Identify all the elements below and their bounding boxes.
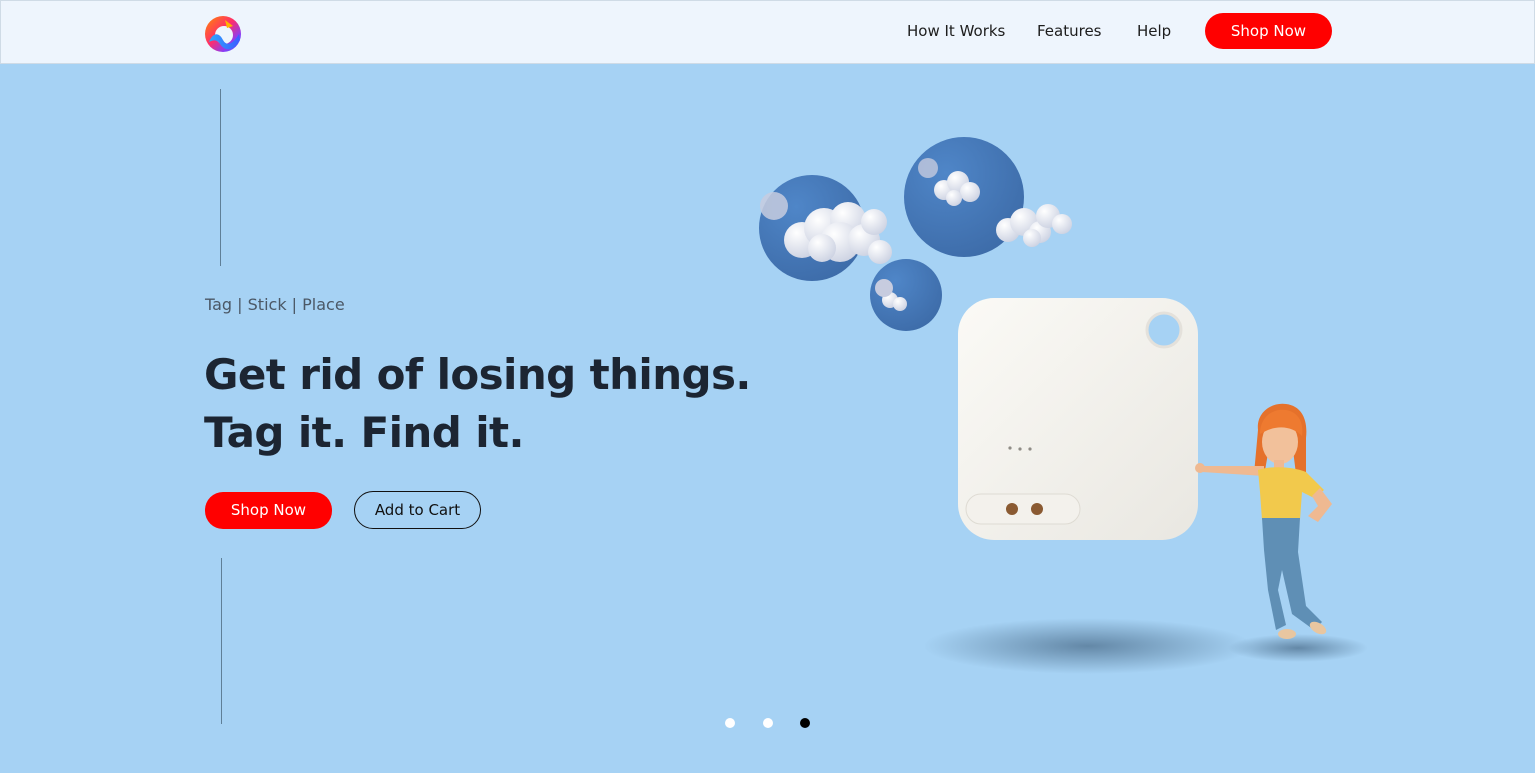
header-shop-now-button[interactable]: Shop Now [1205, 13, 1332, 49]
site-header: How It Works Features Help Shop Now [0, 0, 1535, 64]
brand-logo-icon[interactable] [203, 14, 243, 54]
hero-headline-line-1: Get rid of losing things. [204, 350, 751, 399]
tracker-tag [958, 298, 1198, 540]
carousel-dot-1[interactable] [725, 718, 735, 728]
carousel-dot-3-active[interactable] [800, 718, 810, 728]
figure-shadow [1228, 634, 1368, 662]
nav-link-help[interactable]: Help [1137, 22, 1171, 40]
girl-figure [1195, 403, 1332, 639]
carousel-dot-2[interactable] [763, 718, 773, 728]
hero-headline-line-2: Tag it. Find it. [204, 408, 524, 457]
tag-shadow [923, 618, 1253, 674]
landing-page: How It Works Features Help Shop Now Tag … [0, 0, 1535, 773]
hero-tagline: Tag | Stick | Place [205, 295, 345, 314]
nav-link-how-it-works[interactable]: How It Works [907, 22, 1005, 40]
add-to-cart-button[interactable]: Add to Cart [354, 491, 481, 529]
hero-illustration [759, 137, 1368, 674]
hero-shop-now-button[interactable]: Shop Now [205, 492, 332, 529]
bottom-divider-line [221, 558, 222, 724]
hero-headline: Get rid of losing things. Tag it. Find i… [204, 346, 751, 462]
top-divider-line [220, 89, 221, 266]
nav-link-features[interactable]: Features [1037, 22, 1102, 40]
